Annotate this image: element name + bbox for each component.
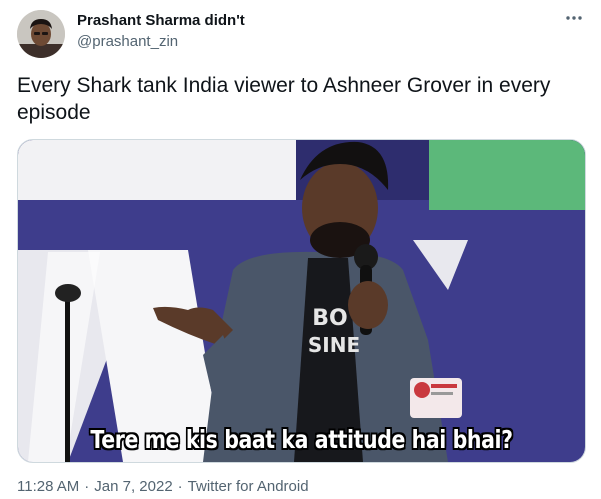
author-avatar[interactable] (17, 10, 65, 58)
shirt-text-2: SINE (308, 333, 360, 357)
meme-caption: Tere me kis baat ka attitude hai bhai? (90, 425, 513, 454)
tweet-date[interactable]: Jan 7, 2022 (94, 478, 172, 495)
user-avatar-icon (17, 10, 65, 58)
shirt-text-1: BO (312, 306, 347, 331)
meme-image: BO SINE (18, 140, 585, 462)
meta-separator: · (177, 478, 183, 495)
more-options-button[interactable] (562, 6, 586, 30)
tweet-media-image[interactable]: BO SINE Tere me kis baat ka attitude hai… (17, 139, 586, 463)
ellipsis-icon (566, 16, 582, 20)
tweet-card: Prashant Sharma didn't @prashant_zin Eve… (0, 0, 601, 499)
tweet-time[interactable]: 11:28 AM (17, 478, 79, 495)
tweet-text: Every Shark tank India viewer to Ashneer… (17, 74, 551, 124)
meta-separator: · (84, 478, 90, 495)
tweet-source[interactable]: Twitter for Android (188, 478, 309, 495)
tweet-meta: 11:28 AM · Jan 7, 2022 · Twitter for Android (17, 478, 309, 495)
author-name[interactable]: Prashant Sharma didn't (77, 12, 245, 29)
author-handle[interactable]: @prashant_zin (77, 33, 178, 50)
